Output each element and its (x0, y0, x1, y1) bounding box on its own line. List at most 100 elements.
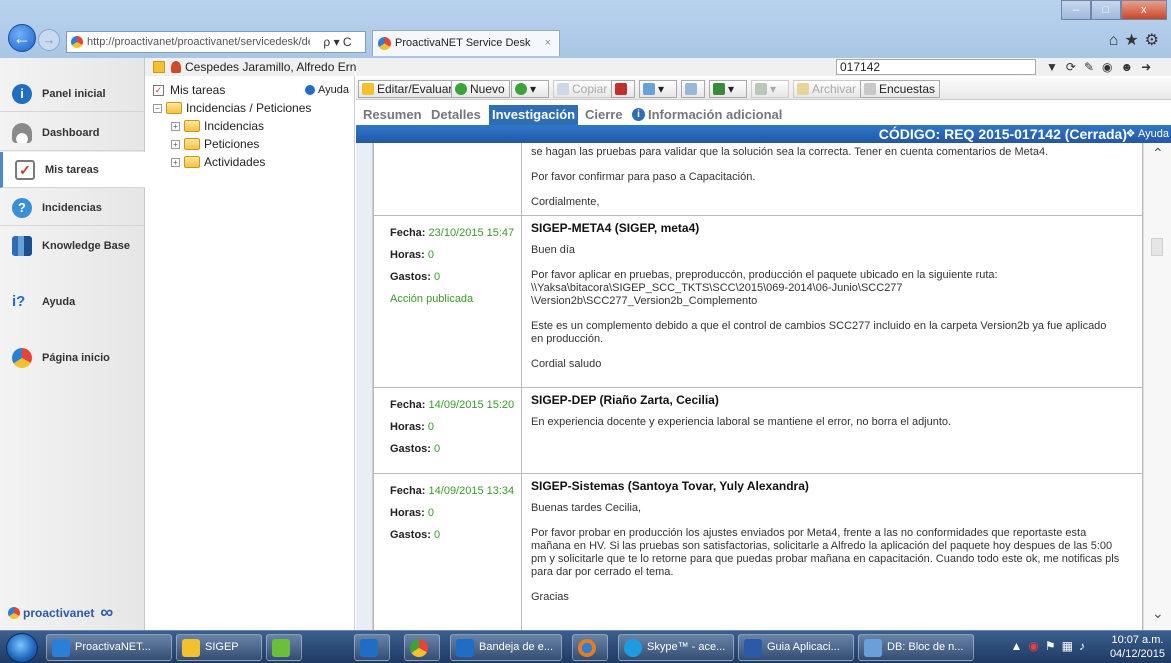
ie-icon (52, 639, 70, 657)
tab-detalles[interactable]: Detalles (428, 105, 484, 125)
settings-gear-icon[interactable]: ⚙ (1145, 32, 1165, 49)
tree-help-link[interactable]: Ayuda (305, 84, 349, 96)
nav-item-mis-tareas[interactable]: ✓ Mis tareas (0, 152, 145, 188)
volume-icon[interactable]: ♪ (1079, 639, 1091, 653)
expand-icon[interactable]: + (171, 121, 180, 131)
log-entry: se hagan las pruebas para validar que la… (374, 143, 1142, 216)
scroll-up-icon[interactable]: ⌃ (1152, 145, 1164, 162)
browser-tab[interactable]: ProactivaNET Service Desk × (372, 30, 560, 56)
tree-node-incidencias-peticiones[interactable]: − Incidencias / Peticiones (153, 101, 311, 115)
entry-body: SIGEP-META4 (SIGEP, meta4) Buen día Por … (523, 216, 1142, 387)
edit-dropdown-button[interactable]: ▾ (751, 80, 789, 98)
window-button[interactable] (681, 80, 705, 98)
windows-taskbar: ProactivaNET... SIGEP Bandeja de e... Sk… (0, 630, 1171, 663)
entry-author: SIGEP-META4 (SIGEP, meta4) (531, 221, 700, 235)
tree-root-mis-tareas[interactable]: ✓ Mis tareas (153, 83, 225, 97)
new-button[interactable]: Nuevo (451, 80, 510, 98)
notes-icon[interactable] (153, 61, 165, 73)
clock-time: 10:07 a.m. (1111, 634, 1164, 646)
user-bar: Cespedes Jaramillo, Alfredo Ernesto (145, 58, 379, 76)
taskbar-item-proactivanet[interactable]: ProactivaNET... (46, 634, 172, 661)
taskbar-item-firefox[interactable] (572, 634, 608, 661)
add-dropdown-button[interactable]: ▾ (511, 80, 549, 98)
forward-button[interactable]: → (38, 29, 60, 51)
tab-cierre[interactable]: Cierre (582, 105, 626, 125)
pdf-button[interactable] (611, 80, 635, 98)
users-icon[interactable]: ☻ (1121, 60, 1142, 74)
taskbar-item-outlook[interactable]: Bandeja de e... (450, 634, 562, 661)
tree-node-peticiones[interactable]: + Peticiones (171, 137, 259, 151)
nav-item-knowledge-base[interactable]: Knowledge Base (0, 228, 145, 264)
system-tray: ▲◉⚑▦♪ (1011, 639, 1091, 653)
entry-hours: 0 (427, 421, 435, 433)
nav-label: Mis tareas (45, 163, 99, 176)
nav-item-incidencias[interactable]: ? Incidencias (0, 190, 145, 226)
address-controls[interactable]: ρ ▾ C (310, 31, 366, 53)
taskbar-label: SIGEP (205, 641, 239, 653)
scrollbar-thumb[interactable] (1151, 238, 1163, 256)
left-navigation: i Panel inicial Dashboard ✓ Mis tareas ?… (0, 58, 145, 630)
taskbar-item-app[interactable] (266, 634, 302, 661)
taskbar-item-media[interactable] (354, 634, 390, 661)
tab-informacion-adicional[interactable]: i Información adicional (630, 105, 785, 125)
search-input[interactable]: 017142 (836, 59, 1036, 75)
tree-node-actividades[interactable]: + Actividades (171, 155, 265, 169)
tree-node-incidencias[interactable]: + Incidencias (171, 119, 264, 133)
entry-hours: 0 (427, 249, 435, 261)
checklist-icon: ✓ (15, 160, 35, 180)
expand-icon[interactable]: + (171, 139, 180, 149)
books-icon (12, 236, 32, 256)
nav-item-ayuda[interactable]: i? Ayuda (0, 284, 145, 320)
entry-paragraph: Buen día (531, 244, 576, 256)
nav-item-pagina-inicio[interactable]: Página inicio (0, 340, 145, 376)
refresh-icon[interactable]: ⟳ (1066, 60, 1084, 74)
log-entry: Fecha: 14/09/2015 15:20 Horas: 0 Gastos:… (374, 388, 1142, 474)
favorites-icon[interactable]: ★ (1124, 32, 1144, 49)
scroll-down-icon[interactable]: ⌄ (1152, 605, 1164, 622)
taskbar-item-sigep[interactable]: SIGEP (176, 634, 262, 661)
tab-close-icon[interactable]: × (545, 31, 551, 55)
folder-icon (184, 120, 200, 132)
edit-icon[interactable]: ✎ (1084, 60, 1102, 74)
tree-help-label: Ayuda (318, 84, 349, 96)
action-dropdown-button[interactable]: ▾ (709, 80, 747, 98)
taskbar-label: Bandeja de e... (479, 641, 554, 653)
costs-label: Gastos: (390, 529, 431, 541)
surveys-button[interactable]: Encuestas (860, 80, 941, 98)
exit-icon[interactable]: ➜ (1141, 60, 1159, 74)
group-dropdown-button[interactable]: ▾ (639, 80, 677, 98)
edit-evaluate-button[interactable]: Editar/Evaluar (358, 80, 458, 98)
flag-icon[interactable]: ⚑ (1045, 639, 1062, 653)
network-icon[interactable]: ▦ (1062, 639, 1079, 653)
taskbar-item-word[interactable]: Guia Aplicaci... (738, 634, 854, 661)
nav-item-dashboard[interactable]: Dashboard (0, 115, 145, 151)
tab-investigacion[interactable]: Investigación (489, 105, 579, 125)
tray-arrow-icon[interactable]: ▲ (1011, 639, 1029, 653)
maximize-button[interactable]: □ (1090, 0, 1121, 20)
system-clock[interactable]: 10:07 a.m. 04/12/2015 (1110, 633, 1165, 661)
copy-button[interactable]: Copiar (553, 80, 613, 98)
nav-item-panel-inicial[interactable]: i Panel inicial (0, 76, 145, 112)
antivirus-icon[interactable]: ◉ (1028, 639, 1044, 653)
browser-title-bar: ← → http://proactivanet/proactivanet/ser… (0, 0, 1171, 58)
home-icon[interactable]: ⌂ (1109, 32, 1125, 49)
globe-icon[interactable]: ◉ (1102, 60, 1120, 74)
taskbar-item-chrome[interactable] (404, 634, 440, 661)
minimize-button[interactable]: – (1061, 0, 1091, 20)
record-code-bar: CÓDIGO: REQ 2015-017142 (Cerrada) ❖ Ayud… (356, 125, 1171, 143)
entry-meta: Fecha: 23/10/2015 15:47 Horas: 0 Gastos:… (374, 216, 522, 387)
filter-icon[interactable]: ▼ (1046, 60, 1066, 74)
taskbar-item-notepad[interactable]: DB: Bloc de n... (858, 634, 974, 661)
start-button[interactable] (6, 633, 38, 663)
tab-resumen[interactable]: Resumen (360, 105, 425, 125)
log-scrollbar[interactable]: ⌃ ⌄ (1143, 143, 1171, 630)
archive-button[interactable]: Archivar (793, 80, 862, 98)
expand-icon[interactable]: + (171, 157, 180, 167)
close-button[interactable]: x (1120, 0, 1167, 20)
code-help-link[interactable]: ❖ Ayuda (1126, 125, 1169, 143)
back-button[interactable]: ← (8, 24, 36, 52)
log-entry: Fecha: 23/10/2015 15:47 Horas: 0 Gastos:… (374, 216, 1142, 388)
taskbar-label: ProactivaNET... (75, 641, 151, 653)
collapse-icon[interactable]: − (153, 103, 162, 113)
taskbar-item-skype[interactable]: Skype™ - ace... (618, 634, 734, 661)
